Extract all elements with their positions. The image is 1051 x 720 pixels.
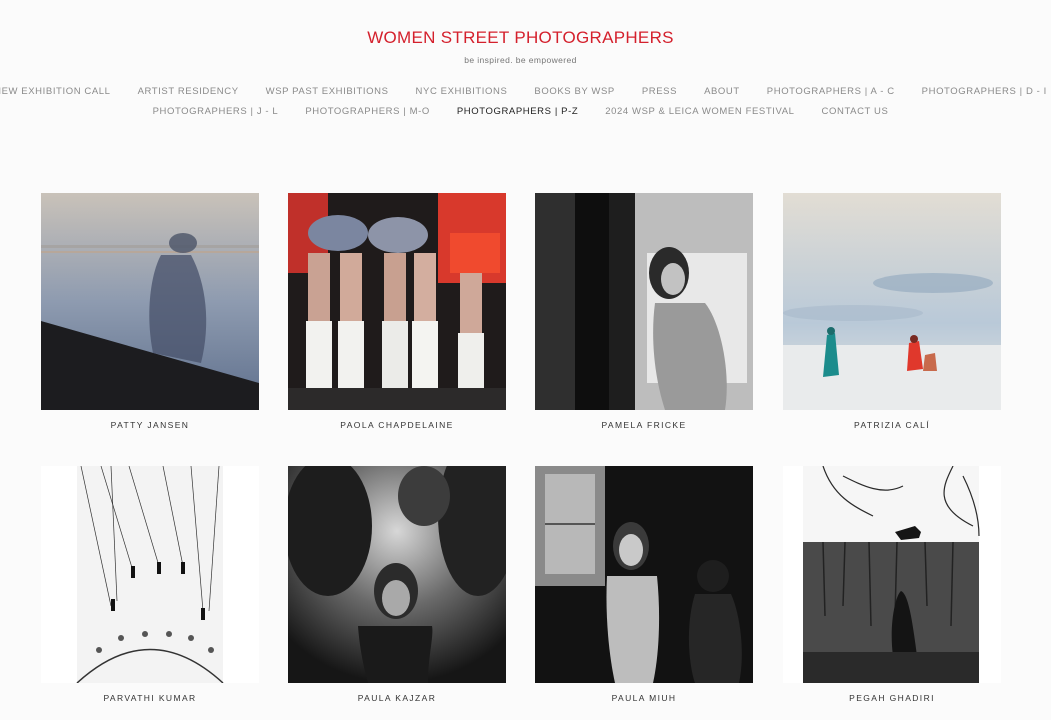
- gallery-photo[interactable]: [288, 193, 506, 410]
- photographer-name[interactable]: PATTY JANSEN: [41, 420, 259, 430]
- sea-figures-image: [783, 193, 1001, 410]
- nav-photographers-m-o[interactable]: PHOTOGRAPHERS | M-O: [305, 106, 430, 117]
- gallery-photo[interactable]: [288, 466, 506, 683]
- woman-window-image: [535, 193, 753, 410]
- gallery-card[interactable]: PAOLA CHAPDELAINE: [288, 193, 506, 430]
- photographer-name[interactable]: PATRIZIA CALÍ: [783, 420, 1001, 430]
- nav-artist-residency[interactable]: ARTIST RESIDENCY: [138, 86, 239, 97]
- gallery-card[interactable]: PATTY JANSEN: [41, 193, 259, 430]
- gallery-card[interactable]: PAMELA FRICKE: [535, 193, 753, 430]
- nav-nyc-exhibitions[interactable]: NYC EXHIBITIONS: [416, 86, 508, 97]
- gallery-card[interactable]: PATRIZIA CALÍ: [783, 193, 1001, 430]
- nav-row-2: PHOTOGRAPHERS | J - L PHOTOGRAPHERS | M-…: [0, 106, 1041, 117]
- nav-wsp-leica-festival[interactable]: 2024 WSP & LEICA WOMEN FESTIVAL: [605, 106, 794, 117]
- gallery-card[interactable]: PARVATHI KUMAR: [41, 466, 259, 703]
- photographer-name[interactable]: PARVATHI KUMAR: [41, 693, 259, 703]
- girl-crowd-image: [288, 466, 506, 683]
- nav-books-by-wsp[interactable]: BOOKS BY WSP: [534, 86, 614, 97]
- nav-photographers-p-z[interactable]: PHOTOGRAPHERS | P-Z: [457, 106, 578, 117]
- nav-photographers-d-i[interactable]: PHOTOGRAPHERS | D - I: [922, 86, 1047, 97]
- nav-about[interactable]: ABOUT: [704, 86, 740, 97]
- nav-photographers-a-c[interactable]: PHOTOGRAPHERS | A - C: [767, 86, 895, 97]
- gallery-photo[interactable]: [535, 466, 753, 683]
- dancers-boots-image: [288, 193, 506, 410]
- site-title[interactable]: WOMEN STREET PHOTOGRAPHERS: [0, 28, 1041, 48]
- girl-children-image: [535, 466, 753, 683]
- nav-photographers-j-l[interactable]: PHOTOGRAPHERS | J - L: [153, 106, 279, 117]
- gallery-card[interactable]: PAULA MIUH: [535, 466, 753, 703]
- gallery-photo[interactable]: [41, 466, 259, 683]
- gallery-photo[interactable]: [535, 193, 753, 410]
- nav-new-exhibition-call[interactable]: NEW EXHIBITION CALL: [0, 86, 111, 97]
- gallery-photo[interactable]: [783, 466, 1001, 683]
- gallery-photo[interactable]: [41, 193, 259, 410]
- shadow-wall-image: [41, 193, 259, 410]
- nav-row-1: NEW EXHIBITION CALL ARTIST RESIDENCY WSP…: [0, 86, 1046, 97]
- gallery-photo[interactable]: [783, 193, 1001, 410]
- swing-ride-image: [41, 466, 259, 683]
- photographer-name[interactable]: PAOLA CHAPDELAINE: [288, 420, 506, 430]
- nav-contact-us[interactable]: CONTACT US: [822, 106, 889, 117]
- photographer-name[interactable]: PAMELA FRICKE: [535, 420, 753, 430]
- gallery-card[interactable]: PEGAH GHADIRI: [783, 466, 1001, 703]
- nav-press[interactable]: PRESS: [642, 86, 677, 97]
- nav-wsp-past-exhibitions[interactable]: WSP PAST EXHIBITIONS: [266, 86, 389, 97]
- photographer-name[interactable]: PEGAH GHADIRI: [783, 693, 1001, 703]
- gallery-card[interactable]: PAULA KAJZAR: [288, 466, 506, 703]
- cat-wall-image: [783, 466, 1001, 683]
- photographer-name[interactable]: PAULA MIUH: [535, 693, 753, 703]
- site-tagline: be inspired. be empowered: [464, 55, 577, 65]
- photographer-name[interactable]: PAULA KAJZAR: [288, 693, 506, 703]
